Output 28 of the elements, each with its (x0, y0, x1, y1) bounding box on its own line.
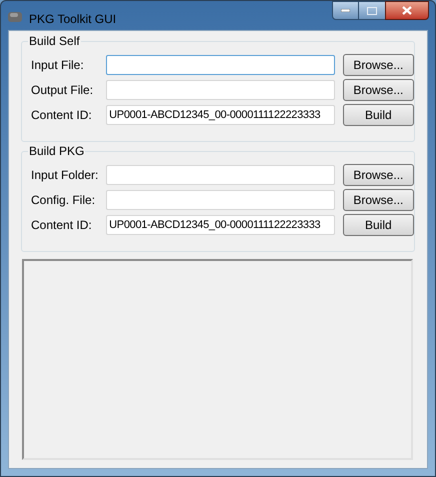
text-field[interactable]: UP0001-ABCD12345_00-0000111122223333 (106, 104, 335, 124)
action-button[interactable]: Browse... (342, 164, 414, 186)
app-icon (7, 10, 23, 24)
action-button[interactable]: Browse... (342, 78, 414, 100)
text-field[interactable] (106, 80, 335, 100)
action-button[interactable]: Build (342, 214, 414, 236)
minimize-icon (341, 9, 350, 12)
action-button[interactable]: Browse... (342, 188, 414, 210)
field-label: Input File: (31, 56, 85, 74)
field-label: Content ID: (31, 106, 93, 124)
group-title: Build Self (28, 34, 81, 48)
maximize-button[interactable] (359, 1, 385, 20)
text-field[interactable] (106, 164, 335, 184)
close-icon (402, 6, 412, 15)
close-button[interactable] (385, 1, 429, 20)
field-label: Config. File: (31, 192, 96, 208)
field-label: Input Folder: (31, 166, 100, 184)
group-title: Build PKG (28, 144, 86, 158)
text-field[interactable] (106, 54, 335, 74)
field-label: Content ID: (31, 216, 93, 234)
maximize-icon (367, 6, 377, 14)
text-field[interactable] (106, 190, 335, 210)
field-label: Output File: (31, 82, 94, 98)
action-button[interactable]: Build (342, 104, 414, 126)
window-title: PKG Toolkit GUI (29, 11, 116, 28)
action-button[interactable]: Browse... (342, 54, 414, 76)
text-field[interactable]: UP0001-ABCD12345_00-0000111122223333 (106, 214, 335, 234)
minimize-button[interactable] (332, 1, 359, 20)
